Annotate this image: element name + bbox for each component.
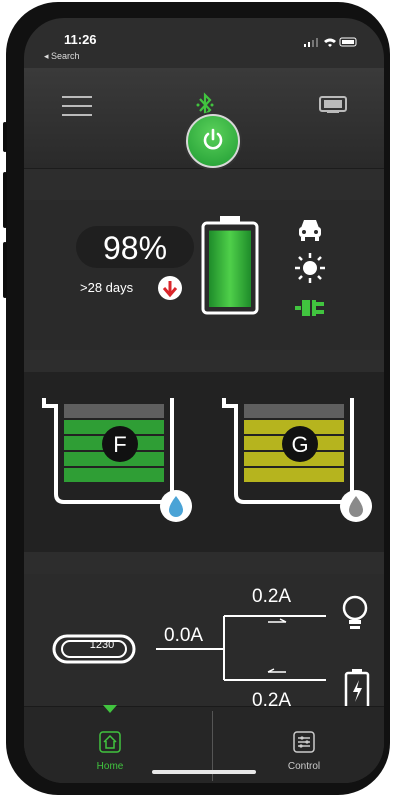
battery-percentage: 98%	[76, 226, 194, 268]
sun-icon	[295, 253, 325, 283]
circuit-section: 1230 0.0A 0.2A 0.2A	[24, 574, 384, 711]
water-drop-icon	[169, 496, 183, 517]
tank-letter: F	[113, 432, 127, 457]
runtime-remaining: >28 days	[80, 280, 134, 295]
mute-switch	[3, 122, 7, 152]
home-icon	[99, 731, 121, 753]
input-source-label: 1230	[89, 639, 115, 651]
tank-letter: G	[291, 432, 309, 457]
battery-charge-icon	[344, 669, 370, 710]
circuit-diagram	[52, 615, 326, 681]
status-icons	[300, 36, 360, 51]
app-screen: 11:26 ◂ Search 98% >28 days F G 1230 0.0…	[24, 18, 384, 783]
phone-frame: 11:26 ◂ Search 98% >28 days F G 1230 0.0…	[3, 2, 390, 795]
fresh-water-tank[interactable]: F	[34, 392, 194, 522]
discharging-arrow-icon	[158, 276, 182, 300]
back-to-search-link[interactable]: ◂ Search	[44, 51, 80, 62]
source-icons	[294, 214, 326, 324]
load-current: 0.2A	[252, 586, 292, 607]
input-current: 0.0A	[164, 625, 204, 646]
power-button[interactable]	[186, 114, 240, 168]
volume-down-button	[3, 242, 7, 298]
grey-drop-icon	[349, 496, 363, 517]
grey-drop-button[interactable]	[340, 490, 372, 522]
water-drop-button[interactable]	[160, 490, 192, 522]
menu-line	[62, 96, 92, 98]
hamburger-menu-button[interactable]	[62, 94, 92, 118]
grey-water-tank[interactable]: G	[214, 392, 374, 522]
power-icon	[203, 128, 223, 150]
signal-wifi-battery-icon	[304, 37, 357, 47]
light-bulb-icon	[342, 595, 368, 629]
sliders-icon	[293, 731, 315, 753]
battery-level-icon	[201, 216, 259, 315]
menu-line	[62, 114, 92, 116]
display-icon[interactable]	[319, 96, 347, 114]
status-bar: 11:26 ◂ Search	[24, 18, 384, 68]
car-icon	[299, 220, 321, 241]
home-indicator[interactable]	[152, 770, 256, 774]
volume-up-button	[3, 172, 7, 228]
status-time: 11:26	[64, 32, 97, 47]
menu-line	[62, 105, 92, 107]
plug-icon	[295, 300, 324, 316]
